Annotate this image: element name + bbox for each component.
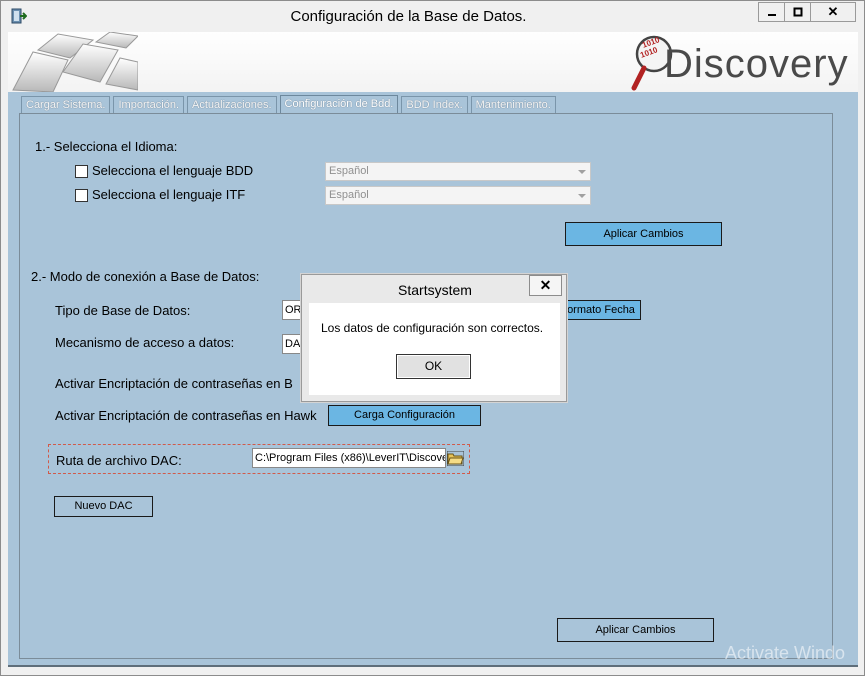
bdd-language-checkbox[interactable] [75, 165, 88, 178]
maximize-button[interactable] [784, 2, 811, 22]
new-dac-button[interactable]: Nuevo DAC [54, 496, 153, 517]
bottom-border [8, 665, 858, 667]
close-icon: ✕ [827, 4, 839, 19]
main-window: Configuración de la Base de Datos. ✕ 101… [0, 0, 865, 676]
itf-language-checkbox[interactable] [75, 189, 88, 202]
bdd-language-select[interactable]: Español [325, 162, 591, 181]
folder-open-icon[interactable] [447, 451, 464, 466]
maximize-icon [793, 7, 802, 17]
close-button[interactable]: ✕ [810, 2, 856, 22]
db-type-label: Tipo de Base de Datos: [55, 303, 191, 318]
logo-text: Discovery [664, 42, 849, 86]
itf-language-value: Español [329, 189, 369, 201]
section-connection-heading: 2.- Modo de conexión a Base de Datos: [31, 269, 260, 284]
activate-windows-watermark: Activate Windo [725, 643, 846, 663]
tab-cargar-sistema[interactable]: Cargar Sistema. [21, 96, 111, 113]
tab-bdd-index[interactable]: BDD Index. [401, 96, 468, 113]
dialog-ok-button[interactable]: OK [396, 354, 471, 379]
section-language-heading: 1.- Selecciona el Idioma: [35, 139, 178, 154]
date-format-button[interactable]: ormato Fecha [561, 300, 641, 320]
message-dialog: Startsystem ✕ Los datos de configuración… [301, 274, 567, 402]
keyboard-keys-image [12, 32, 138, 92]
dac-path-label: Ruta de archivo DAC: [56, 453, 182, 468]
apply-language-button[interactable]: Aplicar Cambios [565, 222, 722, 246]
encrypt-b-label: Activar Encriptación de contraseñas en B [55, 376, 293, 391]
dialog-body: Los datos de configuración son correctos… [309, 303, 560, 395]
access-mechanism-label: Mecanismo de acceso a datos: [55, 335, 235, 350]
tab-configuracion-bdd[interactable]: Configuración de Bdd. [279, 95, 399, 114]
title-bar[interactable]: Configuración de la Base de Datos. ✕ [1, 1, 864, 32]
encrypt-hawk-label: Activar Encriptación de contraseñas en H… [55, 408, 317, 423]
dialog-message: Los datos de configuración son correctos… [321, 321, 544, 335]
tab-mantenimiento[interactable]: Mantenimiento. [470, 96, 556, 113]
apply-connection-button[interactable]: Aplicar Cambios [557, 618, 714, 642]
chevron-down-icon [578, 170, 586, 174]
chevron-down-icon [578, 194, 586, 198]
itf-language-label: Selecciona el lenguaje ITF [92, 187, 246, 202]
minimize-button[interactable] [758, 2, 785, 22]
itf-language-select[interactable]: Español [325, 186, 591, 205]
dac-path-input[interactable]: C:\Program Files (x86)\LeverIT\Discove [252, 448, 446, 468]
tab-bar: Cargar Sistema. Importación. Actualizaci… [21, 95, 559, 114]
load-config-button[interactable]: Carga Configuración [328, 405, 481, 426]
tab-importacion[interactable]: Importación. [113, 96, 185, 113]
close-icon: ✕ [539, 277, 552, 293]
window-title: Configuración de la Base de Datos. [290, 8, 527, 25]
tab-actualizaciones[interactable]: Actualizaciones. [187, 96, 277, 113]
minimize-icon [767, 14, 776, 16]
header-banner: 1010 1010 Discovery [8, 32, 858, 92]
bdd-language-value: Español [329, 165, 369, 177]
dialog-close-button[interactable]: ✕ [529, 275, 562, 296]
bdd-language-label: Selecciona el lenguaje BDD [92, 163, 254, 178]
